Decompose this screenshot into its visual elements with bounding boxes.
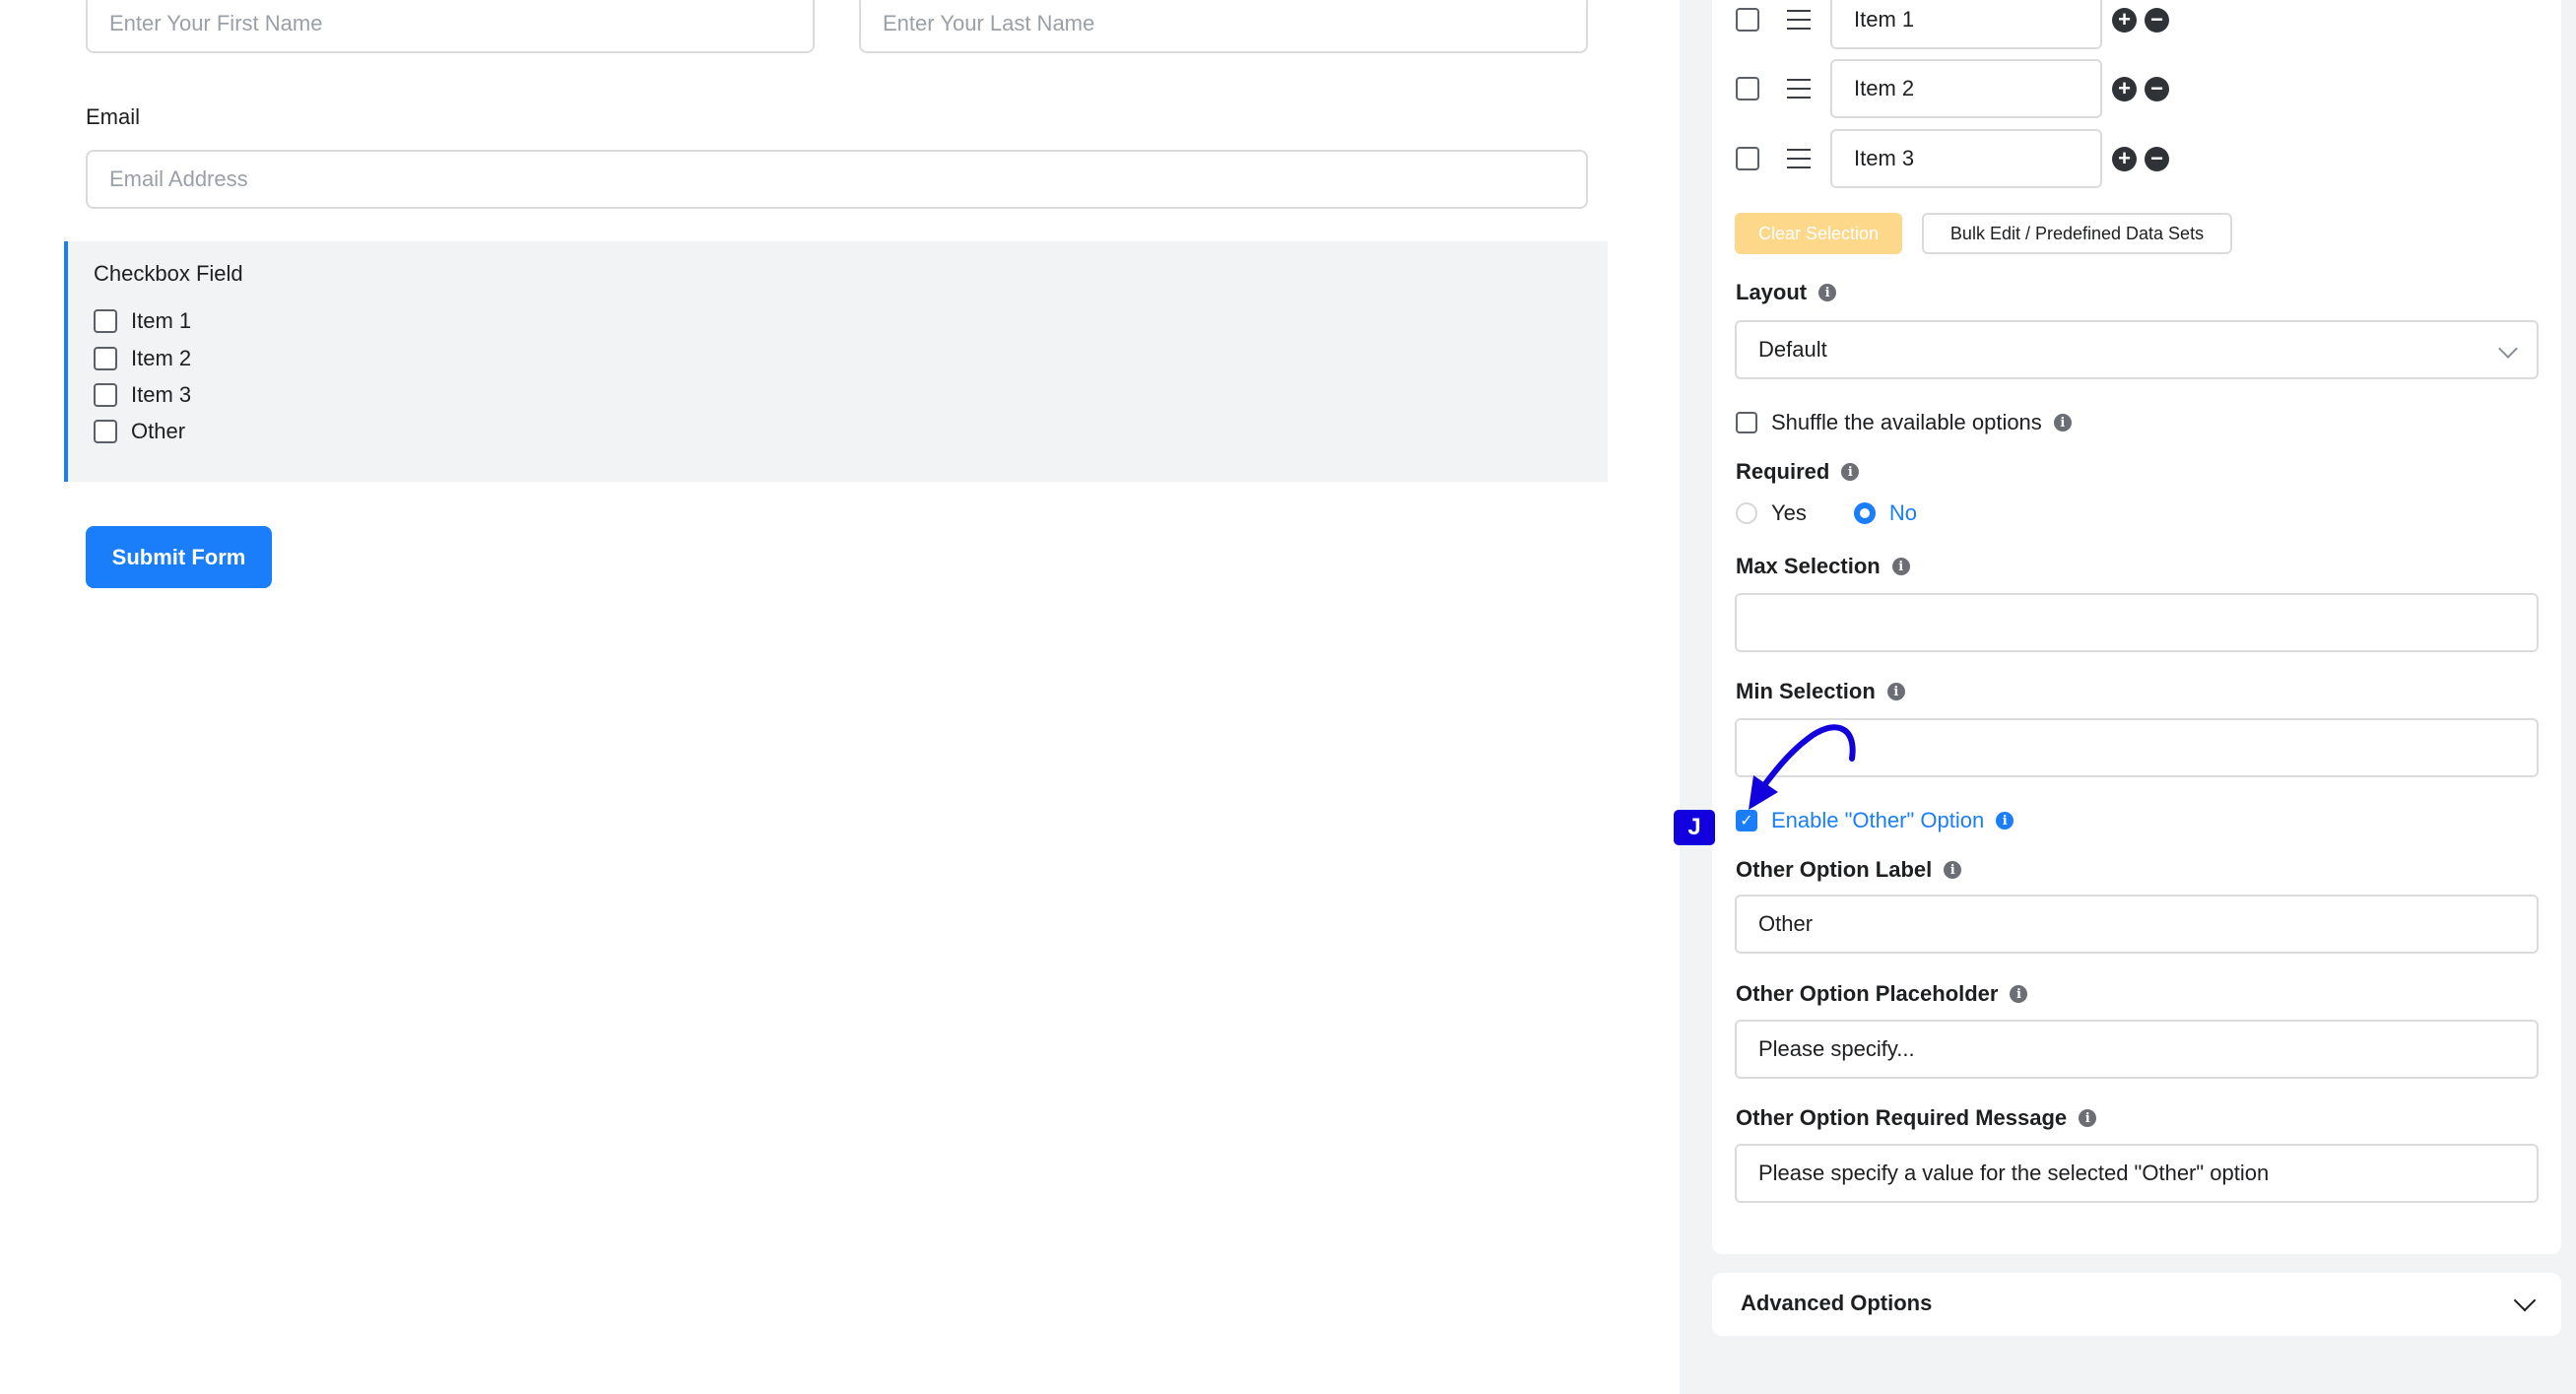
annotation-arrow bbox=[1749, 724, 1856, 810]
annotation-badge: J bbox=[1674, 810, 1715, 845]
